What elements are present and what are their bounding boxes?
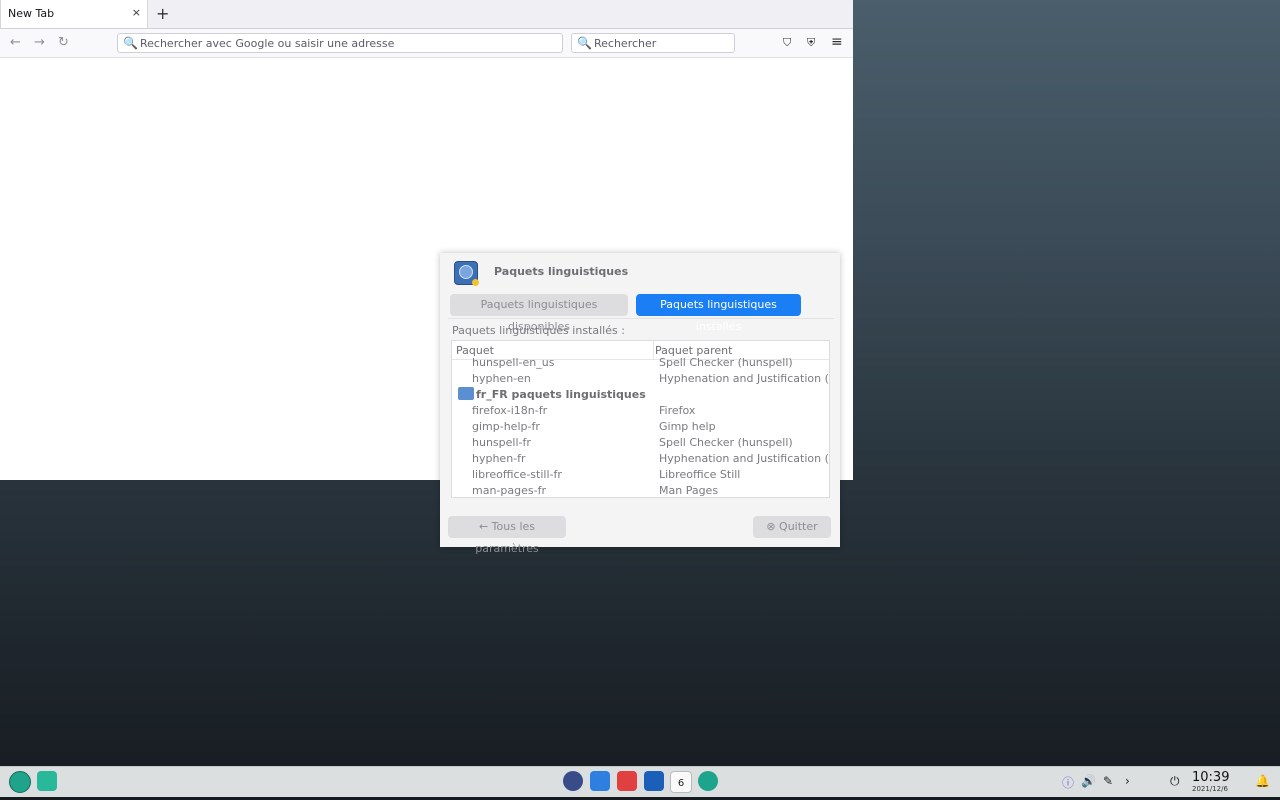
table-row[interactable]: gimp-help-fr Gimp help xyxy=(452,418,829,434)
launcher-icon[interactable] xyxy=(9,771,31,793)
dialog-title: Paquets linguistiques xyxy=(494,265,629,278)
info-icon[interactable]: ⓘ xyxy=(1062,774,1074,791)
clock-date: 2021/12/6 xyxy=(1192,785,1228,793)
tab-installed-packs[interactable]: Paquets linguistiques installés xyxy=(636,294,801,333)
flag-icon xyxy=(458,387,474,400)
table-row[interactable]: man-pages-fr Man Pages xyxy=(452,482,829,497)
power-icon[interactable]: ⏻ xyxy=(1170,774,1180,789)
system-settings-icon[interactable] xyxy=(563,771,583,791)
multitasking-view-icon[interactable] xyxy=(37,771,57,791)
search-placeholder: Rechercher xyxy=(594,37,657,50)
shield-icon[interactable]: ⛨ xyxy=(807,36,815,50)
quit-button[interactable]: ⊗ Quitter xyxy=(753,516,831,538)
screenshot-icon[interactable] xyxy=(698,771,718,791)
table-row[interactable]: libreoffice-still-fr Libreoffice Still xyxy=(452,466,829,482)
table-row[interactable]: hunspell-fr Spell Checker (hunspell) xyxy=(452,434,829,450)
language-packs-icon xyxy=(454,261,479,286)
url-placeholder: Rechercher avec Google ou saisir une adr… xyxy=(140,37,395,50)
search-input[interactable]: 🔍 Rechercher xyxy=(571,33,735,53)
search-icon: 🔍 xyxy=(123,36,138,50)
clock-time[interactable]: 10:39 xyxy=(1192,770,1229,785)
tab-new-tab[interactable]: New Tab × xyxy=(0,0,148,28)
volume-icon[interactable]: 🔊 xyxy=(1081,774,1096,788)
search-icon: 🔍 xyxy=(577,36,592,50)
table-group-row[interactable]: fr_FR paquets linguistiques xyxy=(452,386,829,402)
calendar-icon[interactable]: 6 xyxy=(670,771,692,793)
expand-icon[interactable]: › xyxy=(1125,774,1130,788)
notification-bell-icon[interactable]: 🔔 xyxy=(1255,774,1270,788)
pocket-icon[interactable]: ⛉ xyxy=(783,36,791,50)
table-row[interactable]: hyphen-fr Hyphenation and Justification … xyxy=(452,450,829,466)
table-row[interactable]: hunspell-en_us Spell Checker (hunspell) xyxy=(452,354,829,370)
close-icon[interactable]: × xyxy=(132,6,141,19)
installed-packs-table[interactable]: Paquet Paquet parent hunspell-en_us Spel… xyxy=(451,340,830,498)
taskbar: 6 ⓘ 🔊 ✎ › ⏻ 10:39 2021/12/6 🔔 xyxy=(0,766,1280,797)
table-row[interactable]: hyphen-en Hyphenation and Justification … xyxy=(452,370,829,386)
section-label: Paquets linguistiques installés : xyxy=(452,324,625,337)
menu-icon[interactable]: ≡ xyxy=(831,34,843,50)
url-bar[interactable]: 🔍 Rechercher avec Google ou saisir une a… xyxy=(117,33,563,53)
back-arrow-icon[interactable]: ← xyxy=(10,35,21,50)
language-packs-dialog: Paquets linguistiques Paquets linguistiq… xyxy=(440,253,840,555)
forward-arrow-icon[interactable]: → xyxy=(34,35,45,50)
reload-icon[interactable]: ↻ xyxy=(58,35,69,50)
terminal-icon[interactable] xyxy=(617,771,637,791)
tab-title: New Tab xyxy=(8,7,55,20)
new-tab-button[interactable]: + xyxy=(156,4,169,23)
table-row[interactable]: firefox-i18n-fr Firefox xyxy=(452,402,829,418)
deepin-mail-icon[interactable] xyxy=(644,771,664,791)
all-settings-button[interactable]: ← Tous les paramètres xyxy=(448,516,566,555)
pen-icon[interactable]: ✎ xyxy=(1103,774,1113,788)
tab-available-packs[interactable]: Paquets linguistiques disponibles xyxy=(450,294,628,333)
nav-bar: ← → ↻ 🔍 Rechercher avec Google ou saisir… xyxy=(0,29,853,58)
app-store-icon[interactable] xyxy=(590,771,610,791)
tab-strip: New Tab × + xyxy=(0,0,853,29)
divider xyxy=(448,318,834,319)
